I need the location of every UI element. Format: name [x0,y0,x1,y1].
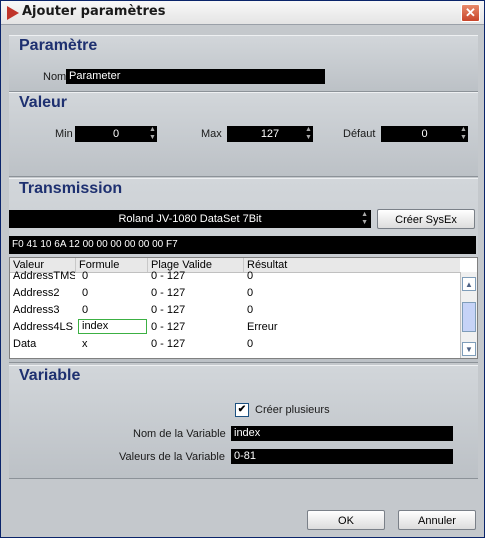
defaut-value: 0 [421,128,428,140]
dropdown-arrows-icon[interactable]: ▲ ▼ [361,211,368,227]
scroll-down-icon[interactable]: ▼ [462,342,476,356]
min-label: Min [55,128,73,140]
nom-variable-label: Nom de la Variable [133,428,226,440]
table-cell[interactable]: x [82,337,142,352]
table-row[interactable]: Data x 0 - 127 0 [10,336,460,353]
table-cell: 0 - 127 [151,270,186,282]
table-scrollbar[interactable]: ▲ ▼ [460,272,477,358]
title-bar[interactable]: Ajouter paramètres ✕ [1,1,484,25]
table-cell: AddressTMS [13,270,75,282]
table-cell: 0 - 127 [151,287,186,299]
scroll-thumb[interactable] [462,302,476,332]
table-cell: Address2 [13,287,60,299]
nom-label: Nom [43,71,67,83]
table-cell: 0 [247,287,254,299]
creer-sysex-button[interactable]: Créer SysEx [377,209,475,229]
max-value: 127 [260,128,280,140]
creer-plusieurs-checkbox[interactable]: ✔ [235,403,249,417]
table-cell: Address4LS [13,321,73,333]
max-stepper[interactable]: 127 ▲ ▼ [227,126,313,142]
device-select[interactable]: Roland JV-1080 DataSet 7Bit ▲ ▼ [9,210,371,228]
table-cell: 0 - 127 [151,321,186,333]
annuler-button[interactable]: Annuler [398,510,476,530]
table-cell: Data [13,338,37,350]
table-cell[interactable]: 0 [82,303,142,318]
variable-section: Variable ✔ Créer plusieurs Nom de la Var… [9,365,478,479]
window-title: Ajouter paramètres [22,4,166,19]
section-title-transmission: Transmission [19,180,123,197]
ok-button[interactable]: OK [307,510,385,530]
table-row[interactable]: Address2 0 0 - 127 0 [10,285,460,302]
defaut-stepper[interactable]: 0 ▲ ▼ [381,126,468,142]
section-title-valeur: Valeur [19,94,68,111]
table-cell[interactable]: 0 [82,286,142,301]
nom-field[interactable]: Parameter [66,69,325,84]
table-cell: 0 [247,338,254,350]
sysex-string-field[interactable]: F0 41 10 6A 12 00 00 00 00 00 00 F7 [9,236,476,254]
table-row[interactable]: Address4LS index 0 - 127 Erreur [10,319,460,336]
scroll-up-icon[interactable]: ▲ [462,277,476,291]
table-cell: 0 - 127 [151,338,186,350]
table-row[interactable]: AddressTMS 0 0 - 127 0 [10,268,460,285]
table-cell: Address3 [13,304,60,316]
table-cell[interactable]: 0 [82,269,142,284]
app-logo-icon [7,6,19,20]
table-cell: 0 [247,270,254,282]
section-title-variable: Variable [19,367,81,384]
stepper-arrows-icon[interactable]: ▲ ▼ [460,126,467,142]
transmission-table: Valeur Formule Plage Valide Résultat Add… [9,257,478,359]
table-cell: Erreur [247,321,278,333]
stepper-arrows-icon[interactable]: ▲ ▼ [149,126,156,142]
min-stepper[interactable]: 0 ▲ ▼ [75,126,157,142]
valeurs-variable-field[interactable]: 0-81 [231,449,453,464]
table-row[interactable]: Address3 0 0 - 127 0 [10,302,460,319]
section-title-parametre: Paramètre [19,37,98,54]
dialog-window: Ajouter paramètres ✕ Paramètre Nom Param… [0,0,485,538]
min-value: 0 [112,128,120,140]
table-cell: 0 [247,304,254,316]
table-cell: 0 - 127 [151,304,186,316]
parametre-section: Paramètre Nom Parameter [9,35,478,92]
formule-edit-cell[interactable]: index [78,319,147,334]
creer-plusieurs-label: Créer plusieurs [255,404,330,416]
max-label: Max [201,128,222,140]
valeurs-variable-label: Valeurs de la Variable [119,451,225,463]
stepper-arrows-icon[interactable]: ▲ ▼ [305,126,312,142]
nom-variable-field[interactable]: index [231,426,453,441]
close-icon[interactable]: ✕ [461,4,480,22]
defaut-label: Défaut [343,128,376,140]
valeur-section: Valeur Min 0 ▲ ▼ Max 127 ▲ ▼ Défaut 0 ▲ ▼ [9,92,478,177]
device-select-value: Roland JV-1080 DataSet 7Bit [118,213,262,225]
